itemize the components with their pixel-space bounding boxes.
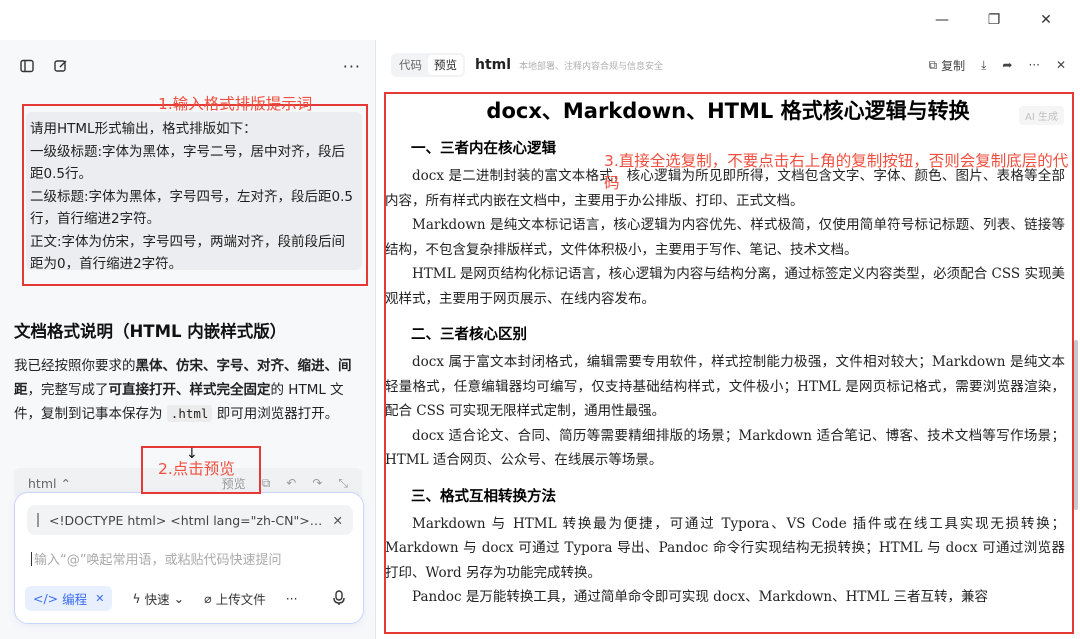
paperclip-icon: ⌀: [204, 590, 212, 606]
composer-tools: </> 编程 ✕ ϟ 快速 ⌄ ⌀ 上传文件 ···: [25, 585, 351, 611]
share-icon[interactable]: ➦: [1002, 58, 1012, 72]
redo-icon[interactable]: ↷: [312, 476, 322, 490]
close-icon[interactable]: ✕: [1056, 58, 1066, 72]
preview-actions: ⧉ 复制 ⤓ ➦ ··· ✕: [929, 57, 1066, 74]
upload-file-button[interactable]: ⌀ 上传文件: [204, 589, 266, 608]
undo-icon[interactable]: ↶: [286, 476, 296, 490]
coding-mode-chip[interactable]: </> 编程 ✕: [25, 585, 113, 611]
remove-quote-icon[interactable]: ✕: [333, 513, 343, 528]
more-icon[interactable]: ···: [1028, 58, 1039, 72]
annotation-step-3: 3.直接全选复制，不要点击右上角的复制按钮，否则会复制底层的代码: [604, 152, 1069, 192]
annotation-step-1: 1.输入格式排版提示词: [158, 95, 313, 113]
more-options-button[interactable]: ···: [343, 57, 361, 76]
new-chat-icon[interactable]: [50, 55, 72, 77]
response-title: 文档格式说明（HTML 内嵌样式版）: [14, 322, 287, 341]
message-input[interactable]: 输入“@”唤起常用语，或粘贴代码快速提问: [31, 549, 281, 568]
quoted-code: <!DOCTYPE html> <html lang="zh-CN"> <he.…: [27, 505, 353, 535]
sidebar-toggle-icon[interactable]: [16, 55, 38, 77]
chat-toolbar: ···: [16, 54, 361, 78]
quick-mode-button[interactable]: ϟ 快速 ⌄: [132, 589, 184, 608]
window-controls: — ❐ ✕: [916, 8, 1072, 32]
tab-preview[interactable]: 预览: [428, 55, 463, 75]
copy-code-icon[interactable]: ⧉: [262, 476, 271, 491]
code-icon: </>: [33, 590, 59, 606]
response-description: 我已经按照你要求的黑体、仿宋、字号、对齐、缩进、间距，完整写成了可直接打开、样式…: [14, 358, 352, 422]
code-lang-toggle[interactable]: html ⌃: [28, 476, 71, 491]
remove-chip-icon[interactable]: ✕: [95, 592, 104, 605]
close-window-button[interactable]: ✕: [1020, 8, 1072, 32]
arrow-icon: ↓: [186, 446, 198, 462]
collapse-icon[interactable]: ⤡: [338, 476, 348, 491]
preview-scrollbar[interactable]: [1074, 340, 1078, 510]
download-icon[interactable]: ⤓: [981, 58, 986, 73]
copy-icon: ⧉: [928, 57, 938, 72]
copy-button[interactable]: ⧉ 复制: [929, 57, 966, 74]
message-composer: <!DOCTYPE html> <html lang="zh-CN"> <he.…: [14, 492, 364, 624]
file-subtitle: 本地部署、注释内容合规与信息安全: [519, 61, 664, 72]
quoted-code-text: <!DOCTYPE html> <html lang="zh-CN"> <he.…: [49, 512, 325, 528]
preview-header: 代码 预览 html 本地部署、注释内容合规与信息安全 ⧉ 复制 ⤓ ➦ ···…: [391, 52, 1066, 78]
view-switch: 代码 预览: [391, 53, 465, 77]
minimize-button[interactable]: —: [916, 8, 968, 32]
chevron-down-icon: ⌄: [173, 590, 185, 606]
annotation-box-prompt: [22, 104, 368, 286]
more-tools-button[interactable]: ···: [286, 591, 298, 606]
file-title: html: [475, 57, 512, 73]
maximize-button[interactable]: ❐: [968, 8, 1020, 32]
microphone-icon[interactable]: [327, 586, 351, 610]
tab-code[interactable]: 代码: [393, 55, 428, 75]
lightning-icon: ϟ: [132, 590, 141, 606]
